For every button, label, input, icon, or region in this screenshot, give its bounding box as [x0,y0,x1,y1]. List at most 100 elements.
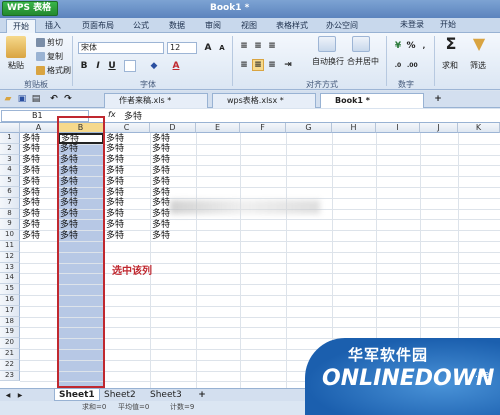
column-header[interactable]: D [150,123,196,133]
align-top-icon[interactable]: ≡ [238,40,250,52]
wrap-text-button[interactable]: 自动换行 [312,57,344,67]
cell[interactable]: 多特 [152,209,170,219]
align-right-icon[interactable]: ≡ [266,59,278,71]
row-header[interactable]: 17 [0,305,20,317]
row-header[interactable]: 1 [0,133,20,144]
tab-review[interactable]: 审阅 [200,19,226,33]
sheet-tab-3[interactable]: Sheet3 [146,389,186,401]
row-header[interactable]: 3 [0,154,20,166]
column-header[interactable]: I [376,123,420,133]
thousands-icon[interactable]: , [418,40,430,52]
cell[interactable]: 多特 [152,188,170,198]
cell[interactable]: 多特 [106,177,124,187]
italic-icon[interactable]: I [92,60,104,72]
cell[interactable]: 多特 [106,231,124,241]
cell[interactable]: 多特 [152,198,170,208]
align-left-icon[interactable]: ≡ [238,59,250,71]
first-sheet-icon[interactable]: ◀ [2,389,14,401]
doc-tab-2[interactable]: wps表格.xlsx * [212,93,316,108]
row-header[interactable]: 6 [0,187,20,198]
wrap-text-icon[interactable] [318,36,336,52]
row-header[interactable]: 4 [0,165,20,177]
tab-office-space[interactable]: 办公空间 [322,19,362,33]
percent-button[interactable]: % [405,40,417,52]
row-header[interactable]: 14 [0,273,20,285]
cell[interactable]: 多特 [22,134,40,144]
cell[interactable]: 多特 [152,220,170,230]
underline-icon[interactable]: U [106,60,118,72]
align-center-icon[interactable]: ≡ [252,59,264,71]
align-middle-icon[interactable]: ≡ [252,40,264,52]
cell[interactable]: 多特 [106,134,124,144]
login-status[interactable]: 未登录 [400,19,424,30]
cell[interactable]: 多特 [152,144,170,154]
row-header[interactable]: 21 [0,349,20,360]
row-header[interactable]: 16 [0,295,20,306]
paste-icon[interactable] [6,36,26,58]
cut-button[interactable]: 剪切 [36,38,63,48]
decrease-decimal-icon[interactable]: .00 [406,59,418,71]
tab-home[interactable]: 开始 [6,19,36,33]
cell[interactable]: 多特 [152,155,170,165]
column-header[interactable]: E [196,123,240,133]
row-header[interactable]: 18 [0,316,20,328]
column-header[interactable]: G [286,123,332,133]
row-header[interactable]: 23 [0,370,20,382]
row-header[interactable]: 7 [0,197,20,209]
tab-view[interactable]: 视图 [236,19,262,33]
tab-insert[interactable]: 插入 [40,19,66,33]
row-header[interactable]: 20 [0,338,20,349]
grow-font-icon[interactable]: A [202,42,214,54]
cell[interactable]: 多特 [22,155,40,165]
column-header[interactable]: H [332,123,376,133]
sheet-tab-2[interactable]: Sheet2 [100,389,140,401]
cell[interactable]: 多特 [106,155,124,165]
cell[interactable]: 多特 [22,166,40,176]
cell[interactable]: 多特 [22,220,40,230]
redo-icon[interactable]: ↷ [62,93,74,105]
row-header[interactable]: 13 [0,262,20,274]
cell[interactable]: 多特 [22,188,40,198]
row-header[interactable]: 22 [0,359,20,371]
fill-color-icon[interactable]: ◆ [148,60,160,72]
border-icon[interactable] [124,60,136,72]
cell[interactable]: 多特 [22,177,40,187]
increase-decimal-icon[interactable]: .0 [392,59,404,71]
copy-button[interactable]: 复制 [36,52,63,62]
row-header[interactable]: 10 [0,230,20,241]
row-header[interactable]: 8 [0,208,20,220]
doc-tab-3[interactable]: Book1 * [320,93,424,108]
cell[interactable]: 多特 [106,209,124,219]
column-header[interactable]: C [104,123,150,133]
row-header[interactable]: 2 [0,143,20,155]
app-menu-button[interactable]: WPS 表格 [2,1,58,16]
column-header[interactable]: J [420,123,458,133]
row-header[interactable]: 15 [0,284,20,295]
tab-data[interactable]: 数据 [164,19,190,33]
cell[interactable]: 多特 [106,198,124,208]
font-name-select[interactable]: 宋体 [78,42,164,54]
fx-icon[interactable]: fx [108,110,116,119]
select-all-corner[interactable] [0,123,20,133]
row-header[interactable]: 19 [0,327,20,339]
print-icon[interactable]: ▤ [30,93,42,105]
sheet-tab-1[interactable]: Sheet1 [54,389,100,401]
last-sheet-icon[interactable]: ▶ [14,389,26,401]
format-painter-button[interactable]: 格式刷 [36,66,71,76]
new-tab-icon[interactable]: + [432,93,444,105]
row-header[interactable]: 12 [0,251,20,263]
cell[interactable]: 多特 [106,166,124,176]
align-bottom-icon[interactable]: ≡ [266,40,278,52]
cell[interactable]: 多特 [22,198,40,208]
row-header[interactable]: 9 [0,219,20,231]
tab-formulas[interactable]: 公式 [128,19,154,33]
column-header[interactable]: F [240,123,286,133]
cell[interactable]: 多特 [22,231,40,241]
indent-icon[interactable]: ⇥ [282,59,294,71]
cell[interactable]: 多特 [22,144,40,154]
formula-input[interactable]: 多特 [124,109,142,122]
folder-icon[interactable]: ▰ [2,93,14,105]
column-header[interactable]: A [20,123,58,133]
filter-icon[interactable]: ▼ [470,36,488,57]
shrink-font-icon[interactable]: A [216,42,228,54]
